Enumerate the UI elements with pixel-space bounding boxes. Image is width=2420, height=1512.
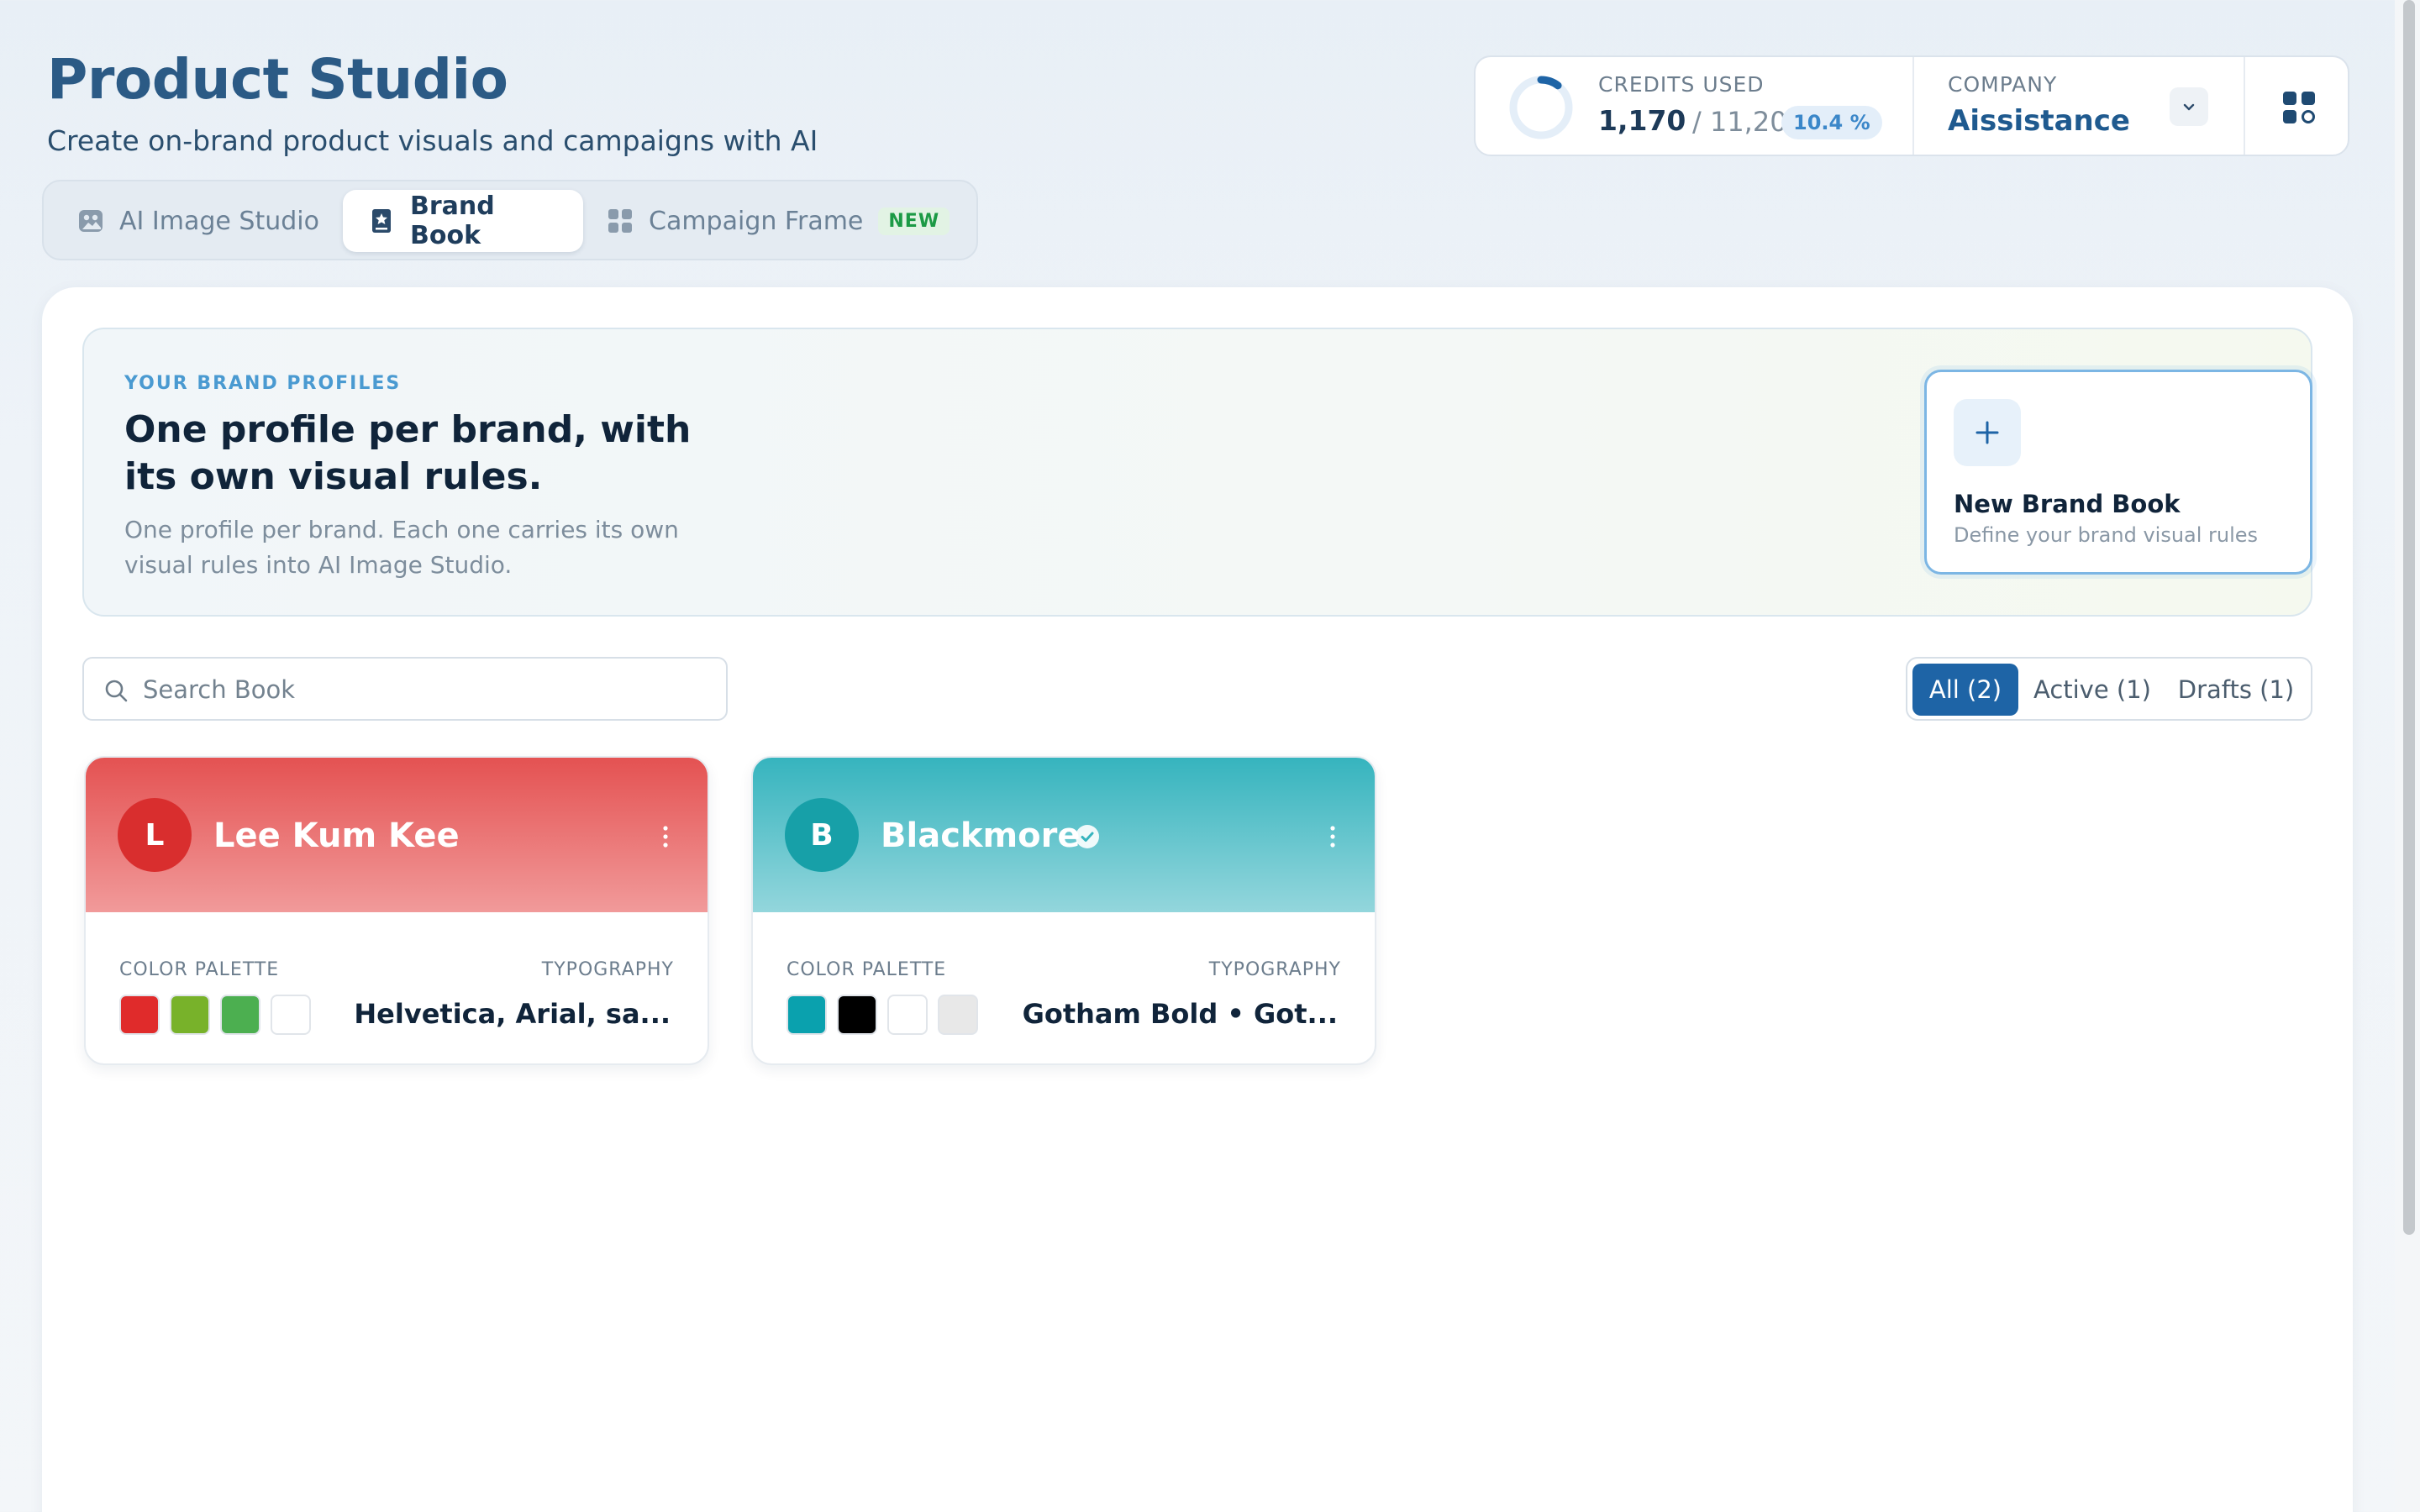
hero-eyebrow: YOUR BRAND PROFILES xyxy=(124,373,402,394)
tab-label: Campaign Frame xyxy=(649,206,864,236)
color-swatch xyxy=(271,995,311,1035)
credits-widget: CREDITS USED 1,170 / 11,200 10.4 % COMPA… xyxy=(1474,55,2349,156)
credits-used: 1,170 xyxy=(1598,104,1686,137)
filter-all[interactable]: All (2) xyxy=(1912,664,2018,716)
tab-bar: AI Image Studio Brand Book Campaign Fram… xyxy=(42,180,978,260)
divider xyxy=(1912,57,1914,155)
brand-name: Lee Kum Kee xyxy=(213,816,460,855)
typography-label: TYPOGRAPHY xyxy=(1208,959,1341,980)
new-card-title: New Brand Book xyxy=(1954,490,2181,518)
more-vertical-icon[interactable] xyxy=(1328,820,1338,853)
brand-name: Blackmore xyxy=(881,816,1081,855)
tab-brand-book[interactable]: Brand Book xyxy=(343,190,583,252)
new-card-subtitle: Define your brand visual rules xyxy=(1954,523,2259,547)
tab-campaign-frame[interactable]: Campaign Frame NEW xyxy=(581,190,976,252)
brand-card-header: L Lee Kum Kee xyxy=(86,758,708,912)
image-icon xyxy=(77,207,104,234)
tab-label: Brand Book xyxy=(410,192,495,250)
credits-progress-ring xyxy=(1509,76,1573,139)
new-badge: NEW xyxy=(878,207,950,235)
credits-label: CREDITS USED xyxy=(1598,72,1765,97)
color-swatch xyxy=(837,995,877,1035)
page-title: Product Studio xyxy=(47,47,508,112)
new-brand-book-card[interactable]: New Brand Book Define your brand visual … xyxy=(1924,370,2312,575)
brand-card[interactable]: L Lee Kum Kee COLOR PALETTE TYPOGRAPHY H… xyxy=(84,756,709,1065)
verified-check-icon xyxy=(1076,825,1099,848)
hero-headline: One profile per brand, with its own visu… xyxy=(124,408,692,498)
tab-ai-image-studio[interactable]: AI Image Studio xyxy=(52,190,355,252)
main-panel: YOUR BRAND PROFILES One profile per bran… xyxy=(42,287,2353,1512)
scrollbar-track[interactable] xyxy=(2395,0,2420,1512)
plus-icon xyxy=(1954,399,2021,466)
color-swatch xyxy=(786,995,827,1035)
typography-value: Gotham Bold • Got... xyxy=(1022,998,1338,1030)
brand-card[interactable]: B Blackmore COLOR PALETTE TYPOGRAPHY Got… xyxy=(751,756,1376,1065)
company-dropdown-button[interactable] xyxy=(2170,87,2208,126)
credits-percent-badge: 10.4 % xyxy=(1781,106,1882,139)
scrollbar-thumb[interactable] xyxy=(2403,0,2415,1235)
color-swatch xyxy=(220,995,260,1035)
color-palette-label: COLOR PALETTE xyxy=(119,959,280,980)
book-icon xyxy=(368,207,395,234)
divider xyxy=(2244,57,2245,155)
avatar: B xyxy=(785,798,859,872)
filter-drafts[interactable]: Drafts (1) xyxy=(2165,664,2307,716)
hero-banner: YOUR BRAND PROFILES One profile per bran… xyxy=(82,328,2312,617)
color-swatch xyxy=(170,995,210,1035)
search-box xyxy=(82,657,728,721)
typography-value: Helvetica, Arial, sa... xyxy=(354,998,671,1030)
brand-card-header: B Blackmore xyxy=(753,758,1375,912)
search-icon xyxy=(105,680,128,702)
apps-grid-icon[interactable] xyxy=(2281,89,2317,126)
color-swatch xyxy=(887,995,928,1035)
avatar: L xyxy=(118,798,192,872)
hero-description: One profile per brand. Each one carries … xyxy=(124,516,679,579)
color-swatches xyxy=(786,995,978,1035)
more-vertical-icon[interactable] xyxy=(660,820,671,853)
search-input[interactable] xyxy=(143,670,714,709)
color-swatch xyxy=(938,995,978,1035)
chevron-down-icon xyxy=(2183,103,2195,111)
grid-icon xyxy=(607,207,634,234)
color-swatch xyxy=(119,995,160,1035)
page-subtitle: Create on-brand product visuals and camp… xyxy=(47,124,818,157)
typography-label: TYPOGRAPHY xyxy=(541,959,674,980)
color-palette-label: COLOR PALETTE xyxy=(786,959,947,980)
company-name: Aissistance xyxy=(1948,104,2130,138)
color-swatches xyxy=(119,995,311,1035)
filter-segmented-control: All (2) Active (1) Drafts (1) xyxy=(1906,657,2312,721)
filter-active[interactable]: Active (1) xyxy=(2028,664,2156,716)
company-label: COMPANY xyxy=(1948,72,2058,97)
tab-label: AI Image Studio xyxy=(119,206,319,236)
